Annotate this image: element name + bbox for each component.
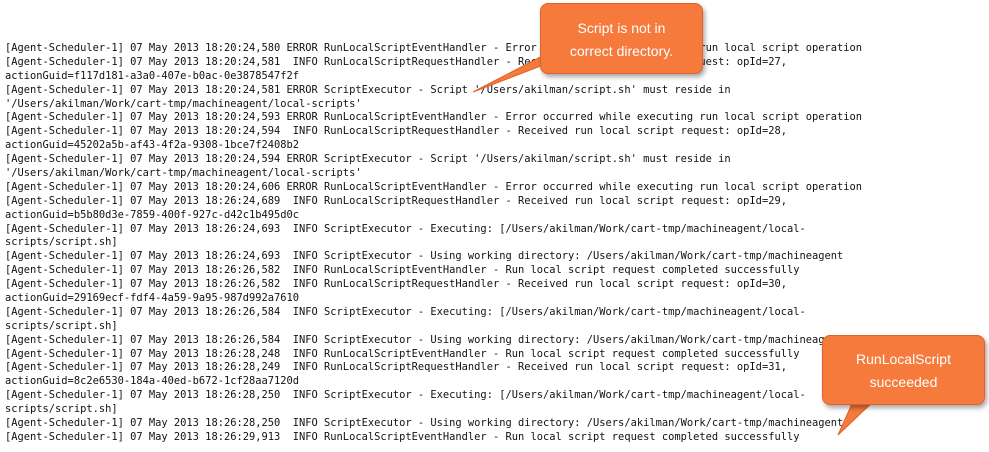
callout-runlocalscript-succeeded: RunLocalScript succeeded [822,335,985,405]
log-line: [Agent-Scheduler-1] 07 May 2013 18:26:29… [5,430,800,443]
log-line: scripts/script.sh] [5,319,118,332]
log-line: [Agent-Scheduler-1] 07 May 2013 18:26:24… [5,250,844,263]
log-line: '/Users/akilman/Work/cart-tmp/machineage… [5,167,362,180]
log-output: [Agent-Scheduler-1] 07 May 2013 18:20:24… [5,42,862,445]
log-line: [Agent-Scheduler-1] 07 May 2013 18:20:24… [5,125,787,138]
log-line: actionGuid=29169ecf-fdf4-4a59-9a95-987d9… [5,292,300,305]
log-line: actionGuid=45202a5b-af43-4f2a-9308-1bce7… [5,139,300,152]
log-line: [Agent-Scheduler-1] 07 May 2013 18:26:28… [5,361,787,374]
log-line: [Agent-Scheduler-1] 07 May 2013 18:26:24… [5,222,806,235]
log-line: [Agent-Scheduler-1] 07 May 2013 18:20:24… [5,111,863,124]
log-line: '/Users/akilman/Work/cart-tmp/machineage… [5,97,362,110]
log-line: actionGuid=b5b80d3e-7859-400f-927c-d42c1… [5,208,300,221]
callout-script-not-in-directory: Script is not in correct directory. [540,3,703,74]
log-line: [Agent-Scheduler-1] 07 May 2013 18:26:28… [5,389,806,402]
log-line: [Agent-Scheduler-1] 07 May 2013 18:26:26… [5,305,806,318]
log-line: scripts/script.sh] [5,236,118,249]
log-line: [Agent-Scheduler-1] 07 May 2013 18:26:26… [5,264,800,277]
callout-text-line-1: RunLocalScript [856,351,951,367]
log-line: [Agent-Scheduler-1] 07 May 2013 18:20:24… [5,83,731,96]
log-line: scripts/script.sh] [5,403,118,416]
log-line: [Agent-Scheduler-1] 07 May 2013 18:26:26… [5,333,844,346]
log-line: [Agent-Scheduler-1] 07 May 2013 18:26:28… [5,417,844,430]
callout-text-line-2: succeeded [869,374,938,390]
log-line: actionGuid=f117d181-a3a0-407e-b0ac-0e387… [5,69,300,82]
log-line: [Agent-Scheduler-1] 07 May 2013 18:26:24… [5,194,787,207]
log-line: [Agent-Scheduler-1] 07 May 2013 18:20:24… [5,153,731,166]
callout-text-line-2: correct directory. [569,43,674,59]
log-line: [Agent-Scheduler-1] 07 May 2013 18:20:24… [5,42,863,54]
log-line: [Agent-Scheduler-1] 07 May 2013 18:26:28… [5,347,800,360]
log-line: [Agent-Scheduler-1] 07 May 2013 18:20:24… [5,180,863,193]
log-line: [Agent-Scheduler-1] 07 May 2013 18:20:24… [5,55,787,68]
log-line: [Agent-Scheduler-1] 07 May 2013 18:26:26… [5,278,787,291]
log-line: actionGuid=8c2e6530-184a-40ed-b672-1cf28… [5,375,300,388]
callout-text-line-1: Script is not in [577,20,666,36]
